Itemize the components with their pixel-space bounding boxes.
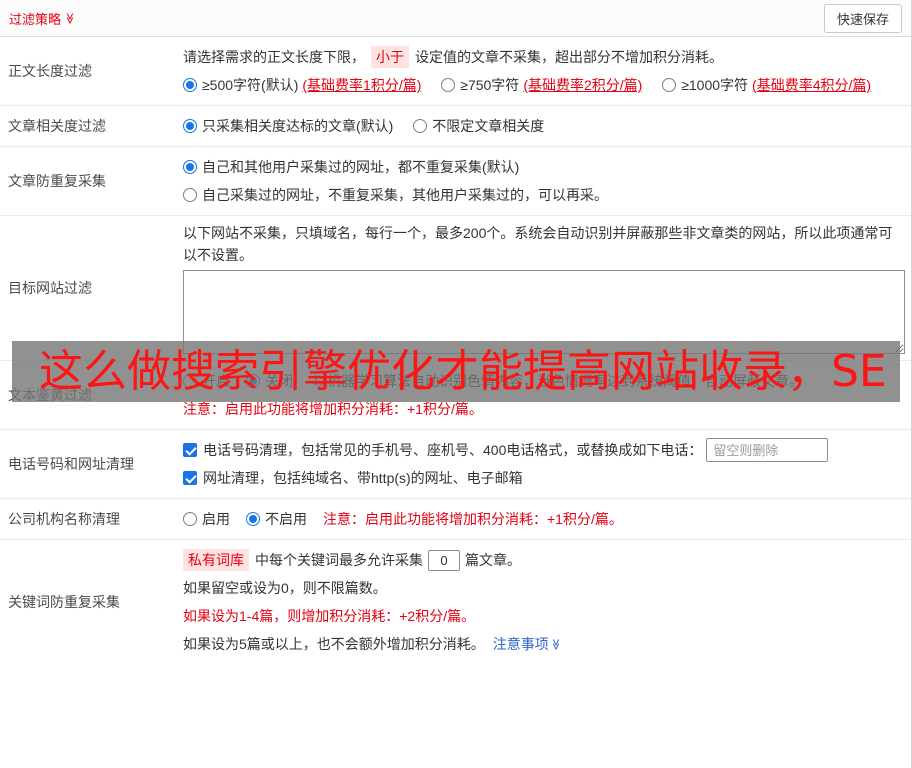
section-dedup-collection: 文章防重复采集 自己和其他用户采集过的网址，都不重复采集(默认) 自己采集过的网…	[0, 147, 911, 216]
section-label-phone-url: 电话号码和网址清理	[0, 430, 172, 498]
radio-icon[interactable]	[183, 512, 197, 526]
radio-icon[interactable]	[183, 119, 197, 133]
radio-label: ≥1000字符	[681, 75, 748, 95]
section-label-target-site: 目标网站过滤	[0, 216, 172, 360]
checkbox-option-url-clean[interactable]: 网址清理，包括纯域名、带http(s)的网址、电子邮箱	[183, 464, 523, 492]
target-site-desc: 以下网站不采集，只填域名，每行一个，最多200个。系统会自动识别并屏蔽那些非文章…	[183, 222, 905, 266]
body-length-intro: 请选择需求的正文长度下限， 小于 设定值的文章不采集，超出部分不增加积分消耗。	[183, 43, 905, 71]
watermark-text: 这么做搜索引擎优化才能提高网站收录，SE	[12, 350, 887, 394]
checkbox-label: 网址清理，包括纯域名、带http(s)的网址、电子邮箱	[203, 468, 523, 488]
watermark-overlay: 这么做搜索引擎优化才能提高网站收录，SE	[12, 341, 900, 402]
keyword-limit-text: 中每个关键词最多允许采集	[255, 550, 423, 570]
section-body-length-filter: 正文长度过滤 请选择需求的正文长度下限， 小于 设定值的文章不采集，超出部分不增…	[0, 37, 911, 106]
keyword-limit-line: 私有词库 中每个关键词最多允许采集 篇文章。	[183, 546, 905, 574]
radio-label: ≥750字符	[460, 75, 519, 95]
url-clean-line: 网址清理，包括纯域名、带http(s)的网址、电子邮箱	[183, 464, 905, 492]
chevron-down-icon: ≫	[63, 12, 76, 24]
radio-icon[interactable]	[413, 119, 427, 133]
keyword-note-cost: 如果设为1-4篇，则增加积分消耗：+2积分/篇。	[183, 602, 905, 630]
company-clean-options: 启用 不启用 注意：启用此功能将增加积分消耗：+1积分/篇。	[183, 505, 905, 533]
quick-save-button[interactable]: 快速保存	[824, 4, 902, 33]
radio-option-company-disable[interactable]: 不启用	[246, 505, 307, 533]
fee-rate-link[interactable]: (基础费率1积分/篇)	[302, 75, 421, 95]
intro-text-post: 设定值的文章不采集，超出部分不增加积分消耗。	[415, 47, 723, 67]
radio-icon[interactable]	[246, 512, 260, 526]
page-title-text: 过滤策略	[9, 9, 61, 28]
radio-icon[interactable]	[183, 160, 197, 174]
radio-icon[interactable]	[662, 78, 676, 92]
fee-rate-link[interactable]: (基础费率2积分/篇)	[523, 75, 642, 95]
radio-label: 自己和其他用户采集过的网址，都不重复采集(默认)	[202, 157, 519, 177]
less-than-highlight: 小于	[371, 46, 409, 68]
section-label-company: 公司机构名称清理	[0, 499, 172, 539]
keyword-limit-text-end: 篇文章。	[465, 550, 521, 570]
keyword-limit-input[interactable]	[428, 550, 460, 571]
fee-rate-link[interactable]: (基础费率4积分/篇)	[752, 75, 871, 95]
radio-label: 只采集相关度达标的文章(默认)	[202, 116, 393, 136]
section-label-dedup: 文章防重复采集	[0, 147, 172, 215]
radio-icon[interactable]	[441, 78, 455, 92]
checkbox-option-phone-clean[interactable]: 电话号码清理，包括常见的手机号、座机号、400电话格式，或替换成如下电话：	[183, 436, 702, 464]
radio-label: 不限定文章相关度	[432, 116, 544, 136]
radio-label: ≥500字符(默认)	[202, 75, 298, 95]
page-header: 过滤策略 ≫ 快速保存	[0, 0, 911, 37]
section-keyword-dedup: 关键词防重复采集 私有词库 中每个关键词最多允许采集 篇文章。 如果留空或设为0…	[0, 540, 911, 664]
radio-option-500-chars[interactable]: ≥500字符(默认) (基础费率1积分/篇)	[183, 71, 421, 99]
keyword-note-zero: 如果留空或设为0，则不限篇数。	[183, 574, 905, 602]
section-label-keyword-dedup: 关键词防重复采集	[0, 540, 172, 664]
section-label-body-length: 正文长度过滤	[0, 37, 172, 105]
radio-option-750-chars[interactable]: ≥750字符 (基础费率2积分/篇)	[441, 71, 642, 99]
section-phone-url-clean: 电话号码和网址清理 电话号码清理，包括常见的手机号、座机号、400电话格式，或替…	[0, 430, 911, 499]
filter-strategy-page: 过滤策略 ≫ 快速保存 正文长度过滤 请选择需求的正文长度下限， 小于 设定值的…	[0, 0, 912, 768]
company-clean-note: 注意：启用此功能将增加积分消耗：+1积分/篇。	[323, 509, 623, 529]
section-company-clean: 公司机构名称清理 启用 不启用 注意：启用此功能将增加积分消耗：+1积分/篇。	[0, 499, 911, 540]
radio-icon[interactable]	[183, 78, 197, 92]
phone-replacement-input[interactable]	[706, 438, 828, 462]
intro-text-pre: 请选择需求的正文长度下限，	[183, 47, 365, 67]
phone-clean-line: 电话号码清理，包括常见的手机号、座机号、400电话格式，或替换成如下电话：	[183, 436, 905, 464]
radio-icon[interactable]	[183, 188, 197, 202]
radio-option-company-enable[interactable]: 启用	[183, 505, 230, 533]
radio-option-1000-chars[interactable]: ≥1000字符 (基础费率4积分/篇)	[662, 71, 871, 99]
section-target-site-filter: 目标网站过滤 以下网站不采集，只填域名，每行一个，最多200个。系统会自动识别并…	[0, 216, 911, 361]
keyword-note-five: 如果设为5篇或以上，也不会额外增加积分消耗。	[183, 634, 485, 654]
radio-option-relevance-default[interactable]: 只采集相关度达标的文章(默认)	[183, 112, 393, 140]
notes-link-label: 注意事项	[493, 634, 549, 654]
radio-option-dedup-all-users[interactable]: 自己和其他用户采集过的网址，都不重复采集(默认)	[183, 153, 519, 181]
radio-option-relevance-unlimited[interactable]: 不限定文章相关度	[413, 112, 544, 140]
double-chevron-icon: ≫	[549, 638, 562, 650]
radio-label: 启用	[202, 509, 230, 529]
radio-label: 不启用	[265, 509, 307, 529]
notes-link[interactable]: 注意事项 ≫	[493, 634, 562, 654]
section-relevance-filter: 文章相关度过滤 只采集相关度达标的文章(默认) 不限定文章相关度	[0, 106, 911, 147]
radio-label: 自己采集过的网址，不重复采集，其他用户采集过的，可以再采。	[202, 185, 608, 205]
section-label-relevance: 文章相关度过滤	[0, 106, 172, 146]
private-lexicon-badge: 私有词库	[183, 549, 249, 571]
keyword-note-five-line: 如果设为5篇或以上，也不会额外增加积分消耗。 注意事项 ≫	[183, 630, 905, 658]
checkbox-icon[interactable]	[183, 471, 197, 485]
checkbox-label: 电话号码清理，包括常见的手机号、座机号、400电话格式，或替换成如下电话：	[203, 440, 702, 460]
page-title[interactable]: 过滤策略 ≫	[9, 9, 76, 28]
checkbox-icon[interactable]	[183, 443, 197, 457]
radio-option-dedup-self-only[interactable]: 自己采集过的网址，不重复采集，其他用户采集过的，可以再采。	[183, 181, 608, 209]
